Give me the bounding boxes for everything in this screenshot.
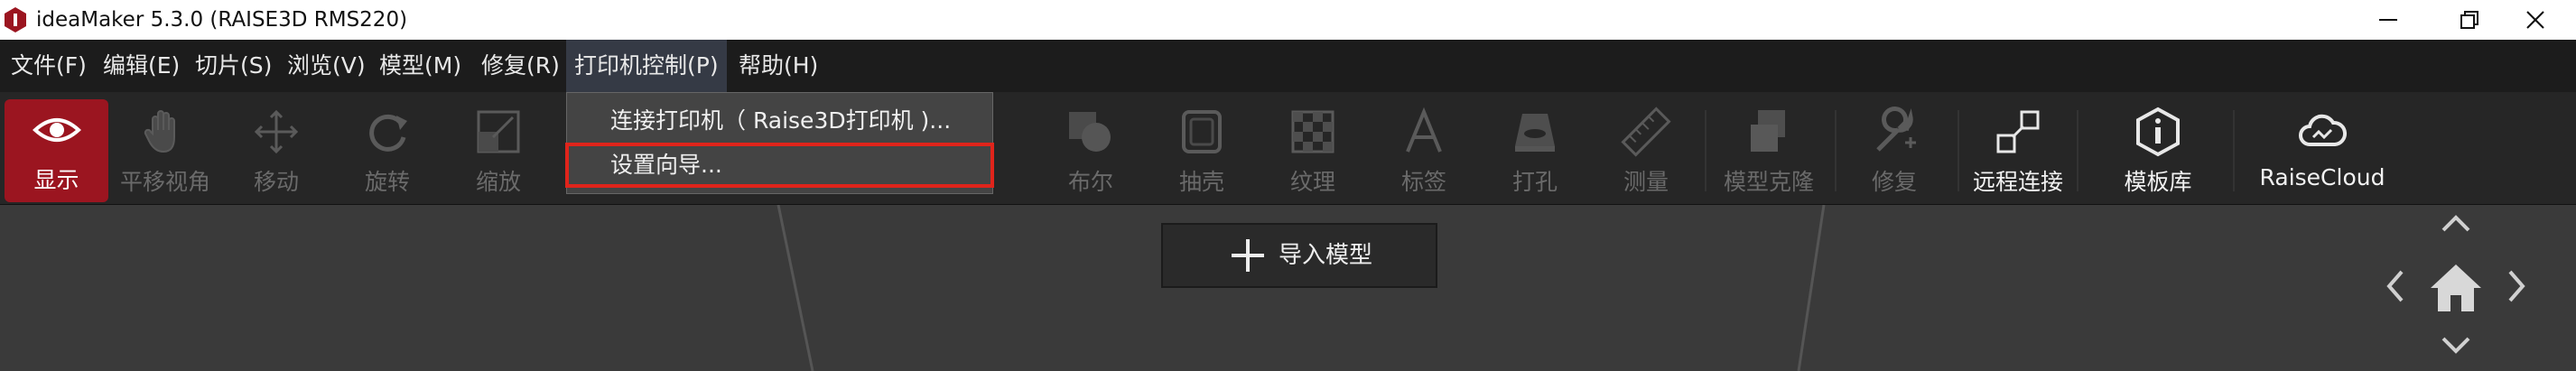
tool-scale[interactable]: 缩放 [449,101,548,200]
scale-icon [477,110,520,153]
tool-label: 远程连接 [1972,169,2063,195]
view-navigation [2384,212,2528,366]
tool-label: 模板库 [2124,169,2192,195]
hand-icon [144,110,175,153]
menu-item-setup-wizard[interactable]: 设置向导... [565,143,994,188]
remote-connect-icon [1996,110,2040,153]
tool-raisecloud[interactable]: RaiseCloud [2260,101,2385,200]
app-logo-icon [5,7,26,32]
hole-icon [1515,114,1555,152]
texture-icon [1291,110,1334,153]
tool-template-library[interactable]: 模板库 [2108,101,2208,200]
title-bar: ideaMaker 5.3.0 (RAISE3D RMS220) [0,0,2576,40]
menu-item-label: 设置向导... [610,152,722,178]
boolean-icon [1069,112,1111,152]
restore-icon [2460,11,2478,29]
clone-icon [1751,110,1785,152]
info-hexagon-icon [2136,107,2180,157]
tool-repair[interactable]: 修复 [1845,101,1944,200]
menu-slice[interactable]: 切片(S) [195,40,272,92]
import-model-button[interactable]: 导入模型 [1161,223,1437,288]
menu-view[interactable]: 浏览(V) [287,40,366,92]
arrow-left-icon[interactable] [2384,268,2405,304]
3d-viewport[interactable]: 导入模型 [0,205,2576,371]
printer-control-dropdown: 连接打印机（ Raise3D打印机 )... 设置向导... [565,92,994,194]
tool-move[interactable]: 移动 [227,101,326,200]
tool-label: 修复 [1871,169,1917,195]
menu-repair[interactable]: 修复(R) [481,40,560,92]
tool-hole[interactable]: 打孔 [1485,101,1585,200]
menu-help[interactable]: 帮助(H) [739,40,818,92]
tool-display[interactable]: 显示 [5,99,108,202]
tool-rotate[interactable]: 旋转 [338,101,437,200]
toolbar-separator [2233,110,2235,191]
eye-icon [32,118,81,142]
move-arrows-icon [254,109,299,154]
cloud-icon [2299,114,2347,146]
minimize-button[interactable] [2348,0,2429,40]
menu-printer-control[interactable]: 打印机控制(P) [566,40,727,92]
arrow-right-icon[interactable] [2506,268,2528,304]
minimize-icon [2379,19,2397,21]
menu-bar: 文件(F) 编辑(E) 切片(S) 浏览(V) 模型(M) 修复(R) 打印机控… [0,40,2576,92]
rotate-icon [369,114,407,152]
menu-item-connect-printer[interactable]: 连接打印机（ Raise3D打印机 )... [567,98,994,144]
window-title: ideaMaker 5.3.0 (RAISE3D RMS220) [36,8,408,32]
tool-shell[interactable]: 抽壳 [1152,101,1251,200]
wrench-icon [1876,107,1916,152]
import-model-label: 导入模型 [1279,242,1373,269]
close-button[interactable] [2495,0,2576,40]
tool-label: 缩放 [475,169,521,195]
menu-item-label: 连接打印机（ Raise3D打印机 )... [610,107,952,134]
ruler-icon [1621,107,1671,157]
tool-label: 模型克隆 [1723,169,1814,195]
menu-edit[interactable]: 编辑(E) [103,40,180,92]
tool-texture[interactable]: 纹理 [1263,101,1362,200]
tool-label: 测量 [1623,169,1669,195]
tool-text-label[interactable]: 标签 [1374,101,1474,200]
close-icon [2526,11,2544,29]
plus-icon [1232,239,1264,272]
tool-boolean[interactable]: 布尔 [1041,101,1140,200]
tool-measure[interactable]: 测量 [1596,101,1696,200]
toolbar-separator [2077,110,2078,191]
tool-label: RaiseCloud [2259,164,2385,190]
home-icon[interactable] [2429,263,2483,313]
shell-icon [1182,110,1222,153]
tool-pan-view[interactable]: 平移视角 [116,101,215,200]
tool-model-clone[interactable]: 模型克隆 [1719,101,1818,200]
tool-remote-connect[interactable]: 远程连接 [1968,101,2068,200]
menu-model[interactable]: 模型(M) [379,40,461,92]
menu-file[interactable]: 文件(F) [11,40,87,92]
toolbar: 显示 平移视角 移动 旋转 缩放 布尔 抽壳 纹理 标签 打孔 测量 模型克隆 … [0,92,2576,205]
arrow-down-icon[interactable] [2440,335,2472,357]
arrow-up-icon[interactable] [2440,212,2472,234]
text-label-icon [1406,107,1442,153]
